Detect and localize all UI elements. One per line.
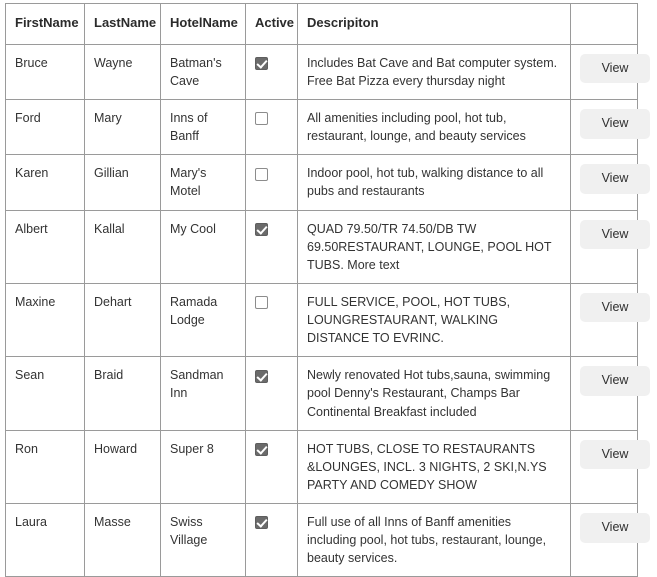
cell-description: Newly renovated Hot tubs,sauna, swimming…	[297, 356, 571, 431]
data-grid-container: FirstName LastName HotelName Active Desc…	[5, 3, 650, 577]
checkbox-checked-icon[interactable]	[255, 516, 268, 530]
checkbox-unchecked-icon[interactable]	[255, 167, 268, 181]
cell-action: View	[570, 356, 650, 431]
column-header-description[interactable]: Descripiton	[297, 3, 571, 45]
cell-active	[245, 154, 298, 211]
checkbox-unchecked-icon[interactable]	[255, 296, 268, 310]
view-button[interactable]: View	[580, 109, 650, 139]
cell-action: View	[570, 503, 650, 577]
cell-hotel-name: Mary's Motel	[160, 154, 246, 211]
view-button[interactable]: View	[580, 366, 650, 396]
cell-action: View	[570, 154, 650, 211]
table-row[interactable]: Ford Mary Inns of Banff All amenities inclu…	[5, 99, 650, 156]
cell-active	[245, 503, 298, 577]
cell-description: HOT TUBS, CLOSE TO RESTAURANTS &LOUNGES,…	[297, 429, 571, 505]
cell-action: View	[570, 99, 650, 156]
cell-active	[245, 429, 298, 505]
cell-first-name: Bruce	[5, 43, 85, 101]
cell-first-name: Ford	[5, 99, 85, 156]
column-header-last-name[interactable]: LastName	[84, 3, 161, 45]
column-header-first-name[interactable]: FirstName	[5, 3, 85, 45]
table-row[interactable]: Karen Gillian Mary's Motel Indoor pool, hot…	[5, 154, 650, 211]
cell-last-name: Masse	[84, 503, 161, 577]
hotel-data-table: FirstName LastName HotelName Active Desc…	[5, 3, 650, 577]
table-row[interactable]: Sean Braid Sandman Inn Newly renovated Hot …	[5, 356, 650, 431]
cell-hotel-name: Sandman Inn	[160, 356, 246, 431]
checkbox-checked-icon[interactable]	[255, 442, 268, 456]
table-row[interactable]: Bruce Wayne Batman's Cave Includes Bat Cave…	[5, 43, 650, 101]
view-button[interactable]: View	[580, 219, 650, 250]
view-button[interactable]: View	[580, 292, 650, 323]
cell-last-name: Dehart	[84, 282, 161, 358]
table-row[interactable]: Ron Howard Super 8 HOT TUBS, CLOSE TO RESTA…	[5, 429, 650, 505]
table-body: Bruce Wayne Batman's Cave Includes Bat Cave…	[5, 43, 650, 577]
table-row[interactable]: Laura Masse Swiss Village Full use of all I…	[5, 503, 650, 577]
cell-last-name: Mary	[84, 99, 161, 156]
checkbox-unchecked-icon[interactable]	[255, 112, 268, 126]
cell-active	[245, 282, 298, 358]
view-button[interactable]: View	[580, 513, 650, 543]
cell-last-name: Howard	[84, 429, 161, 505]
cell-hotel-name: Inns of Banff	[160, 99, 246, 156]
cell-description: Includes Bat Cave and Bat computer syste…	[297, 43, 571, 101]
cell-first-name: Maxine	[5, 282, 85, 358]
cell-active	[245, 43, 298, 101]
view-button[interactable]: View	[580, 439, 650, 470]
cell-last-name: Gillian	[84, 154, 161, 211]
view-button[interactable]: View	[580, 53, 650, 84]
table-row[interactable]: Albert Kallal My Cool QUAD 79.50/TR 74.50/D…	[5, 209, 650, 284]
column-header-hotel-name[interactable]: HotelName	[160, 3, 246, 45]
cell-description: QUAD 79.50/TR 74.50/DB TW 69.50RESTAURAN…	[297, 209, 571, 284]
cell-last-name: Wayne	[84, 43, 161, 101]
cell-description: FULL SERVICE, POOL, HOT TUBS, LOUNGRESTA…	[297, 282, 571, 358]
cell-hotel-name: My Cool	[160, 209, 246, 284]
cell-action: View	[570, 43, 650, 101]
cell-first-name: Ron	[5, 429, 85, 505]
cell-last-name: Kallal	[84, 209, 161, 284]
table-row[interactable]: Maxine Dehart Ramada Lodge FULL SERVICE, PO…	[5, 282, 650, 358]
cell-action: View	[570, 209, 650, 284]
column-header-action	[570, 3, 638, 45]
cell-hotel-name: Ramada Lodge	[160, 282, 246, 358]
table-header: FirstName LastName HotelName Active Desc…	[5, 3, 638, 45]
checkbox-checked-icon[interactable]	[255, 57, 268, 71]
checkbox-checked-icon[interactable]	[255, 369, 268, 383]
cell-hotel-name: Swiss Village	[160, 503, 246, 577]
cell-active	[245, 209, 298, 284]
cell-hotel-name: Super 8	[160, 429, 246, 505]
cell-action: View	[570, 282, 650, 358]
header-row: FirstName LastName HotelName Active Desc…	[5, 3, 638, 45]
cell-first-name: Laura	[5, 503, 85, 577]
cell-description: All amenities including pool, hot tub, r…	[297, 99, 571, 156]
cell-action: View	[570, 429, 650, 505]
cell-last-name: Braid	[84, 356, 161, 431]
cell-description: Indoor pool, hot tub, walking distance t…	[297, 154, 571, 211]
cell-description: Full use of all Inns of Banff amenities …	[297, 503, 571, 577]
cell-hotel-name: Batman's Cave	[160, 43, 246, 101]
cell-active	[245, 99, 298, 156]
cell-first-name: Albert	[5, 209, 85, 284]
cell-first-name: Sean	[5, 356, 85, 431]
checkbox-checked-icon[interactable]	[255, 222, 268, 236]
cell-first-name: Karen	[5, 154, 85, 211]
column-header-active[interactable]: Active	[245, 3, 298, 45]
cell-active	[245, 356, 298, 431]
view-button[interactable]: View	[580, 164, 650, 194]
